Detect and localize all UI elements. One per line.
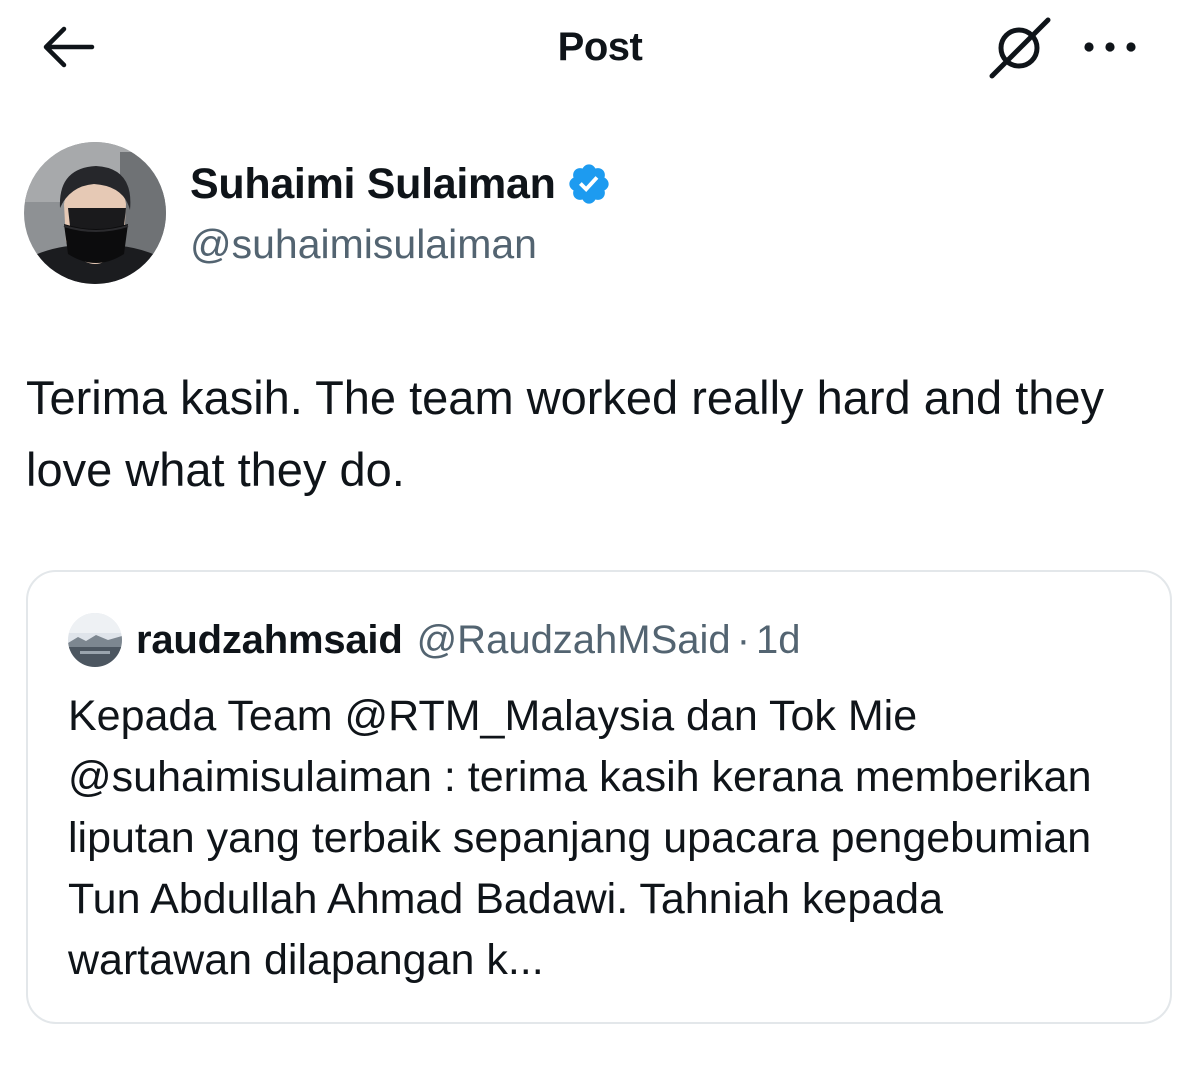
author-name-row: Suhaimi Sulaiman bbox=[190, 156, 612, 212]
quoted-separator: · bbox=[736, 617, 751, 662]
quoted-author-handle: @RaudzahMSaid bbox=[416, 617, 731, 662]
quoted-post-time: 1d bbox=[756, 617, 801, 662]
author-handle[interactable]: @suhaimisulaiman bbox=[190, 216, 537, 272]
post-text: Terima kasih. The team worked really har… bbox=[26, 371, 1105, 496]
more-options-button[interactable] bbox=[1080, 30, 1140, 64]
top-bar: Post bbox=[0, 0, 1200, 96]
author-display-name[interactable]: Suhaimi Sulaiman bbox=[190, 156, 556, 212]
quoted-avatar-photo bbox=[68, 613, 122, 667]
quoted-author-name: raudzahmsaid bbox=[136, 617, 403, 662]
back-button[interactable] bbox=[40, 22, 96, 72]
arrow-left-icon bbox=[43, 26, 95, 68]
grok-button[interactable] bbox=[986, 14, 1054, 80]
more-horizontal-icon bbox=[1084, 42, 1136, 52]
quoted-post-header: raudzahmsaid @RaudzahMSaid · 1d bbox=[68, 612, 801, 668]
quoted-post-text: Kepada Team @RTM_Malaysia dan Tok Mie @s… bbox=[68, 692, 1092, 984]
author-avatar[interactable] bbox=[24, 142, 166, 284]
grok-icon bbox=[989, 17, 1051, 79]
quoted-post-card[interactable]: raudzahmsaid @RaudzahMSaid · 1d Kepada T… bbox=[26, 570, 1172, 1024]
avatar-photo bbox=[24, 142, 166, 284]
verified-badge-icon bbox=[568, 164, 609, 204]
quoted-author-avatar bbox=[68, 613, 122, 667]
